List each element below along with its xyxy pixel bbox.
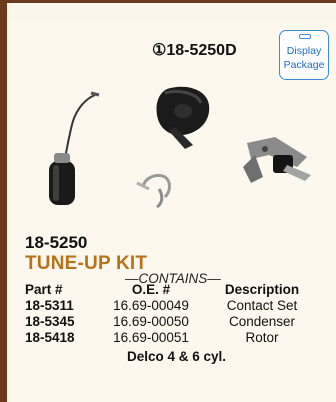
display-package-badge: Display Package: [279, 30, 329, 80]
contact-set-icon: [243, 137, 311, 183]
table-header-row: Part # O.E. # Description: [25, 282, 307, 298]
catalog-panel: ①18-5250D Display Package 18-5250 TUNE-U…: [7, 3, 336, 402]
description-cell: Contact Set: [226, 298, 298, 313]
table-row: 18-5418 16.69-00051 Rotor: [25, 330, 307, 346]
header-part-number: Part #: [25, 282, 63, 297]
package-hanger-icon: [299, 34, 311, 39]
condenser-icon: [49, 91, 100, 205]
badge-line-2: Package: [283, 59, 325, 71]
description-cell: Condenser: [228, 314, 296, 329]
oe-number-cell: 16.69-00050: [113, 314, 189, 329]
kit-number: 18-5250: [25, 233, 88, 252]
display-part-number: ①18-5250D: [152, 42, 237, 59]
application-note: Delco 4 & 6 cyl.: [127, 349, 227, 364]
oe-number-cell: 16.69-00049: [113, 298, 189, 313]
table-row: 18-5345 16.69-00050 Condenser: [25, 314, 307, 330]
description-cell: Rotor: [245, 330, 279, 345]
rotor-icon: [156, 86, 210, 149]
part-number-cell: 18-5311: [25, 298, 74, 313]
part-number-cell: 18-5345: [25, 314, 75, 329]
header-oe-number: O.E. #: [131, 282, 171, 297]
clip-icon: [136, 173, 171, 209]
badge-line-1: Display: [286, 45, 322, 57]
product-photo: [49, 86, 311, 209]
table-row: 18-5311 16.69-00049 Contact Set: [25, 298, 307, 314]
top-strip: [7, 3, 336, 21]
oe-number-cell: 16.69-00051: [113, 330, 189, 345]
part-number-cell: 18-5418: [25, 330, 75, 345]
parts-table: Part # O.E. # Description 18-5311 16.69-…: [25, 282, 307, 346]
header-description: Description: [224, 282, 300, 297]
